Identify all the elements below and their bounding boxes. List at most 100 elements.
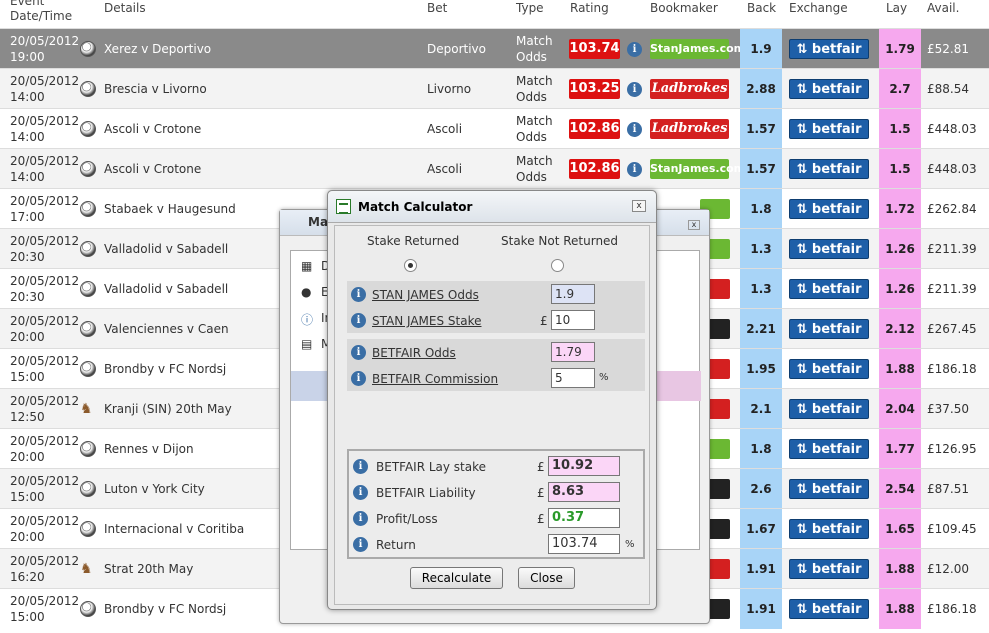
info-icon[interactable]: i: [627, 82, 642, 97]
lay-odds[interactable]: 1.88: [879, 349, 921, 389]
table-row[interactable]: 20/05/2012 14:00 Brescia v Livorno Livorno M…: [0, 68, 989, 109]
back-odds[interactable]: 1.57: [740, 109, 782, 149]
lay-odds[interactable]: 2.54: [879, 469, 921, 509]
back-odds[interactable]: 1.67: [740, 509, 782, 549]
lay-odds[interactable]: 1.79: [879, 29, 921, 69]
exchange-logo[interactable]: ⇅ betfair: [789, 39, 869, 59]
info-icon[interactable]: i: [351, 313, 366, 328]
header-type[interactable]: Type: [516, 1, 544, 15]
recalculate-button[interactable]: Recalculate: [410, 567, 503, 589]
back-odds[interactable]: 1.91: [740, 589, 782, 629]
event-details[interactable]: Brondby v FC Nordsj: [104, 602, 226, 616]
bf-odds-label[interactable]: BETFAIR Odds: [372, 346, 456, 360]
lay-odds[interactable]: 1.72: [879, 189, 921, 229]
info-icon[interactable]: i: [627, 42, 642, 57]
back-odds[interactable]: 2.1: [740, 389, 782, 429]
event-details[interactable]: Strat 20th May: [104, 562, 193, 576]
info-icon[interactable]: i: [353, 511, 368, 526]
event-details[interactable]: Ascoli v Crotone: [104, 122, 201, 136]
event-details[interactable]: Valladolid v Sabadell: [104, 282, 228, 296]
lay-odds[interactable]: 1.5: [879, 109, 921, 149]
sj-odds-label[interactable]: STAN JAMES Odds: [372, 288, 479, 302]
header-exchange[interactable]: Exchange: [789, 1, 848, 15]
event-details[interactable]: Luton v York City: [104, 482, 205, 496]
event-details[interactable]: Kranji (SIN) 20th May: [104, 402, 232, 416]
close-button[interactable]: Close: [518, 567, 575, 589]
table-row[interactable]: 20/05/2012 14:00 Ascoli v Crotone Ascoli Mat…: [0, 108, 989, 149]
event-details[interactable]: Brescia v Livorno: [104, 82, 207, 96]
lay-odds[interactable]: 1.88: [879, 549, 921, 589]
header-lay[interactable]: Lay: [886, 1, 907, 15]
bookmaker-logo[interactable]: StanJames.com: [650, 39, 745, 59]
event-details[interactable]: Internacional v Coritiba: [104, 522, 244, 536]
exchange-logo[interactable]: ⇅ betfair: [789, 519, 869, 539]
back-odds[interactable]: 1.57: [740, 149, 782, 189]
back-odds[interactable]: 2.21: [740, 309, 782, 349]
info-icon[interactable]: i: [351, 345, 366, 360]
event-details[interactable]: Stabaek v Haugesund: [104, 202, 236, 216]
back-odds[interactable]: 1.3: [740, 269, 782, 309]
exchange-logo[interactable]: ⇅ betfair: [789, 599, 869, 619]
lay-odds[interactable]: 1.65: [879, 509, 921, 549]
lay-odds[interactable]: 1.77: [879, 429, 921, 469]
header-details[interactable]: Details: [104, 1, 146, 15]
exchange-logo[interactable]: ⇅ betfair: [789, 279, 869, 299]
info-icon[interactable]: i: [627, 122, 642, 137]
exchange-logo[interactable]: ⇅ betfair: [789, 359, 869, 379]
lay-odds[interactable]: 2.7: [879, 69, 921, 109]
back-odds[interactable]: 1.8: [740, 429, 782, 469]
lay-odds[interactable]: 1.88: [879, 589, 921, 629]
lay-odds[interactable]: 2.12: [879, 309, 921, 349]
bf-commission-field[interactable]: 5: [551, 368, 595, 388]
event-details[interactable]: Xerez v Deportivo: [104, 42, 211, 56]
bookmaker-logo[interactable]: StanJames.com: [650, 159, 745, 179]
exchange-logo[interactable]: ⇅ betfair: [789, 399, 869, 419]
back-odds[interactable]: 2.6: [740, 469, 782, 509]
event-details[interactable]: Rennes v Dijon: [104, 442, 194, 456]
dialog-titlebar[interactable]: Match Calculator x: [328, 191, 656, 223]
header-bookmaker[interactable]: Bookmaker: [650, 1, 718, 15]
exchange-logo[interactable]: ⇅ betfair: [789, 559, 869, 579]
sj-odds-field[interactable]: 1.9: [551, 284, 595, 304]
bookmaker-logo[interactable]: Ladbrokes: [650, 79, 729, 99]
stake-returned-radio[interactable]: [404, 259, 417, 272]
back-odds[interactable]: 1.9: [740, 29, 782, 69]
close-icon[interactable]: x: [632, 200, 646, 212]
back-odds[interactable]: 2.88: [740, 69, 782, 109]
info-icon[interactable]: i: [353, 459, 368, 474]
header-rating[interactable]: Rating: [570, 1, 609, 15]
header-avail[interactable]: Avail.: [927, 1, 959, 15]
exchange-logo[interactable]: ⇅ betfair: [789, 319, 869, 339]
back-odds[interactable]: 1.91: [740, 549, 782, 589]
header-back[interactable]: Back: [747, 1, 776, 15]
lay-odds[interactable]: 1.26: [879, 269, 921, 309]
info-icon[interactable]: i: [353, 537, 368, 552]
back-odds[interactable]: 1.8: [740, 189, 782, 229]
info-icon[interactable]: i: [351, 371, 366, 386]
exchange-logo[interactable]: ⇅ betfair: [789, 199, 869, 219]
exchange-logo[interactable]: ⇅ betfair: [789, 239, 869, 259]
exchange-logo[interactable]: ⇅ betfair: [789, 119, 869, 139]
back-odds[interactable]: 1.95: [740, 349, 782, 389]
table-row[interactable]: 20/05/2012 19:00 Xerez v Deportivo Deportiv…: [0, 28, 989, 69]
bf-commission-label[interactable]: BETFAIR Commission: [372, 372, 498, 386]
exchange-logo[interactable]: ⇅ betfair: [789, 479, 869, 499]
stake-not-returned-radio[interactable]: [551, 259, 564, 272]
bookmaker-logo[interactable]: Ladbrokes: [650, 119, 729, 139]
sj-stake-label[interactable]: STAN JAMES Stake: [372, 314, 482, 328]
bg-close-icon[interactable]: x: [688, 220, 700, 230]
exchange-logo[interactable]: ⇅ betfair: [789, 159, 869, 179]
event-details[interactable]: Ascoli v Crotone: [104, 162, 201, 176]
exchange-logo[interactable]: ⇅ betfair: [789, 439, 869, 459]
lay-odds[interactable]: 2.04: [879, 389, 921, 429]
info-icon[interactable]: i: [627, 162, 642, 177]
event-details[interactable]: Brondby v FC Nordsj: [104, 362, 226, 376]
event-details[interactable]: Valladolid v Sabadell: [104, 242, 228, 256]
sj-stake-field[interactable]: 10: [551, 310, 595, 330]
info-icon[interactable]: i: [351, 287, 366, 302]
exchange-logo[interactable]: ⇅ betfair: [789, 79, 869, 99]
bf-odds-field[interactable]: 1.79: [551, 342, 595, 362]
back-odds[interactable]: 1.3: [740, 229, 782, 269]
lay-odds[interactable]: 1.26: [879, 229, 921, 269]
table-row[interactable]: 20/05/2012 14:00 Ascoli v Crotone Ascoli Mat…: [0, 148, 989, 189]
